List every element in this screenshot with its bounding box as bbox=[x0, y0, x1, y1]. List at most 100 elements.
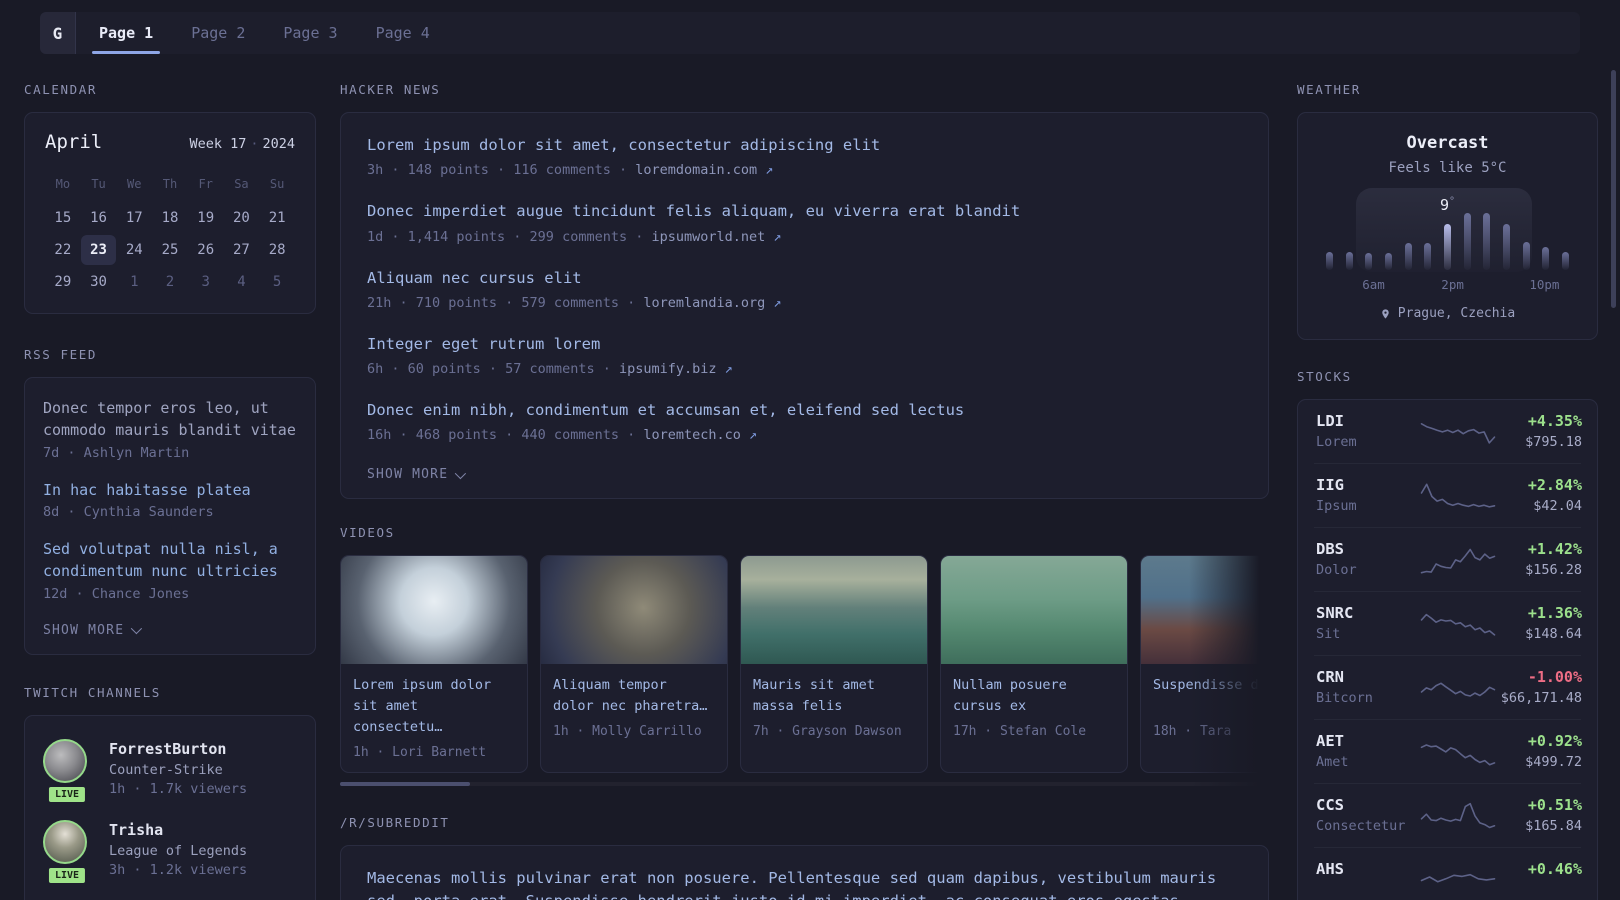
calendar-day[interactable]: 27 bbox=[224, 235, 260, 265]
stock-ticker: CCS bbox=[1316, 796, 1344, 814]
video-title[interactable]: Lorem ipsum dolor sit amet consectetu… bbox=[353, 675, 515, 738]
weather-location: Prague, Czechia bbox=[1320, 306, 1575, 321]
stock-name: Ipsum bbox=[1316, 498, 1357, 514]
hackernews-show-more-button[interactable]: SHOW MORE bbox=[367, 467, 467, 482]
external-link-icon: ↗ bbox=[773, 294, 782, 311]
weather-bar bbox=[1384, 253, 1392, 270]
video-card[interactable]: Mauris sit amet massa felis 7h · Grayson … bbox=[740, 555, 928, 774]
vertical-scrollbar-thumb[interactable] bbox=[1611, 70, 1616, 308]
hackernews-item-domain[interactable]: ipsumify.biz bbox=[619, 361, 717, 377]
subreddit-item-title[interactable]: Maecenas mollis pulvinar erat non posuer… bbox=[367, 867, 1242, 900]
tab-page-1[interactable]: Page 1 bbox=[80, 12, 172, 54]
rss-item: Sed volutpat nulla nisl, a condimentum n… bbox=[43, 539, 297, 602]
stock-sparkline bbox=[1420, 670, 1496, 706]
calendar-day[interactable]: 25 bbox=[152, 235, 188, 265]
video-card[interactable]: Aliquam tempor dolor nec pharetra… 1h · M… bbox=[540, 555, 728, 774]
calendar-day[interactable]: 22 bbox=[45, 235, 81, 265]
stock-row[interactable]: DBS Dolor +1.42% $156.28 bbox=[1314, 527, 1582, 591]
hackernews-item-domain[interactable]: loremdomain.com bbox=[635, 162, 757, 178]
hackernews-item-domain[interactable]: loremtech.co bbox=[643, 427, 741, 443]
calendar-day[interactable]: 15 bbox=[45, 203, 81, 233]
hackernews-item[interactable]: Lorem ipsum dolor sit amet, consectetur … bbox=[367, 134, 1242, 178]
rss-item-title[interactable]: Donec tempor eros leo, ut commodo mauris… bbox=[43, 398, 297, 442]
hackernews-item-meta: 1d · 1,414 points · 299 comments · ipsum… bbox=[367, 228, 782, 245]
calendar-day[interactable]: 18 bbox=[152, 203, 188, 233]
stock-ticker: AHS bbox=[1316, 860, 1344, 878]
stock-row[interactable]: LDI Lorem +4.35% $795.18 bbox=[1314, 400, 1582, 463]
video-card-body: Aliquam tempor dolor nec pharetra… 1h · M… bbox=[541, 664, 727, 751]
rss-show-more-button[interactable]: SHOW MORE bbox=[43, 623, 143, 638]
calendar-week-year: Week 17 · 2024 bbox=[189, 136, 295, 152]
tab-page-2[interactable]: Page 2 bbox=[172, 12, 264, 54]
video-card[interactable]: Nullam posuere cursus ex 17h · Stefan Col… bbox=[940, 555, 1128, 774]
tab-page-4[interactable]: Page 4 bbox=[357, 12, 449, 54]
video-card[interactable]: Suspendisse diam 18h · Tara bbox=[1140, 555, 1269, 774]
video-title[interactable]: Mauris sit amet massa felis bbox=[753, 675, 915, 717]
video-card-body: Lorem ipsum dolor sit amet consectetu… 1h… bbox=[341, 664, 527, 772]
hackernews-item[interactable]: Integer eget rutrum lorem 6h · 60 points … bbox=[367, 333, 1242, 377]
hackernews-item[interactable]: Aliquam nec cursus elit 21h · 710 points … bbox=[367, 267, 1242, 311]
twitch-channel-row[interactable]: LIVE ForrestBurton Counter-Strike 1h · 1.7k… bbox=[43, 730, 297, 811]
hackernews-item-title[interactable]: Donec imperdiet augue tincidunt felis al… bbox=[367, 200, 1242, 223]
twitch-channel-name[interactable]: ForrestBurton bbox=[109, 740, 247, 758]
external-link-icon: ↗ bbox=[724, 361, 733, 377]
hackernews-item-title[interactable]: Aliquam nec cursus elit bbox=[367, 267, 1242, 290]
hackernews-item-title[interactable]: Donec enim nibh, condimentum et accumsan… bbox=[367, 399, 1242, 422]
hackernews-item-title[interactable]: Lorem ipsum dolor sit amet, consectetur … bbox=[367, 134, 1242, 157]
hackernews-item-domain[interactable]: loremlandia.org bbox=[643, 295, 765, 311]
calendar-day[interactable]: 28 bbox=[259, 235, 295, 265]
tab-page-3[interactable]: Page 3 bbox=[264, 12, 356, 54]
hackernews-item-meta: 6h · 60 points · 57 comments · ipsumify.… bbox=[367, 361, 733, 377]
calendar-day[interactable]: 3 bbox=[188, 267, 224, 297]
stock-price: $42.04 bbox=[1533, 498, 1582, 514]
hackernews-item-domain[interactable]: ipsumworld.net bbox=[651, 229, 765, 245]
hackernews-item[interactable]: Donec enim nibh, condimentum et accumsan… bbox=[367, 399, 1242, 443]
video-title[interactable]: Aliquam tempor dolor nec pharetra… bbox=[553, 675, 715, 717]
calendar-day[interactable]: 16 bbox=[81, 203, 117, 233]
stock-row[interactable]: SNRC Sit +1.36% $148.64 bbox=[1314, 591, 1582, 655]
stock-id: IIG Ipsum bbox=[1316, 476, 1420, 515]
calendar-day-selected[interactable]: 23 bbox=[80, 235, 117, 265]
left-column: CALENDAR April Week 17 · 2024 Mo Tu We Th Fr Sa… bbox=[24, 82, 316, 900]
calendar-day[interactable]: 19 bbox=[188, 203, 224, 233]
video-title[interactable]: Nullam posuere cursus ex bbox=[953, 675, 1115, 717]
subreddit-item[interactable]: Maecenas mollis pulvinar erat non posuer… bbox=[367, 867, 1242, 900]
calendar-day[interactable]: 24 bbox=[116, 235, 152, 265]
calendar-day[interactable]: 2 bbox=[152, 267, 188, 297]
stock-sparkline bbox=[1420, 862, 1496, 898]
video-title[interactable]: Suspendisse diam bbox=[1153, 675, 1269, 717]
stock-price: $795.18 bbox=[1525, 434, 1582, 450]
calendar-day[interactable]: 1 bbox=[116, 267, 152, 297]
stock-row[interactable]: IIG Ipsum +2.84% $42.04 bbox=[1314, 463, 1582, 527]
calendar-day[interactable]: 30 bbox=[81, 267, 117, 297]
stock-row[interactable]: CRN Bitcorn -1.00% $66,171.48 bbox=[1314, 655, 1582, 719]
calendar-day[interactable]: 17 bbox=[116, 203, 152, 233]
videos-section-title: VIDEOS bbox=[340, 525, 395, 541]
calendar-day[interactable]: 21 bbox=[259, 203, 295, 233]
calendar-day[interactable]: 26 bbox=[188, 235, 224, 265]
rss-item-title[interactable]: In hac habitasse platea bbox=[43, 480, 297, 502]
stock-change: +0.46% bbox=[1527, 860, 1582, 878]
rss-item-title[interactable]: Sed volutpat nulla nisl, a condimentum n… bbox=[43, 539, 297, 583]
calendar-day[interactable]: 5 bbox=[259, 267, 295, 297]
weather-bar bbox=[1365, 253, 1373, 270]
rss-item-meta: 12d · Chance Jones bbox=[43, 585, 190, 602]
stock-price: $499.72 bbox=[1525, 754, 1582, 770]
calendar-day[interactable]: 20 bbox=[224, 203, 260, 233]
calendar-day[interactable]: 29 bbox=[45, 267, 81, 297]
stock-row[interactable]: AHS +0.46% bbox=[1314, 847, 1582, 900]
hackernews-item[interactable]: Donec imperdiet augue tincidunt felis al… bbox=[367, 200, 1242, 244]
stock-row[interactable]: CCS Consectetur +0.51% $165.84 bbox=[1314, 783, 1582, 847]
video-card[interactable]: Lorem ipsum dolor sit amet consectetu… 1h… bbox=[340, 555, 528, 774]
weather-feels-like: Feels like 5°C bbox=[1388, 160, 1507, 176]
twitch-channel-row[interactable]: KendallCarr bbox=[43, 892, 297, 900]
stock-id: AHS bbox=[1316, 860, 1420, 899]
twitch-channel-row[interactable]: LIVE Trisha League of Legends 3h · 1.2k vie… bbox=[43, 811, 297, 892]
weather-bar bbox=[1542, 247, 1550, 270]
hackernews-item-title[interactable]: Integer eget rutrum lorem bbox=[367, 333, 1242, 356]
right-column: WEATHER Overcast Feels like 5°C 9° 6am 2p… bbox=[1297, 82, 1598, 900]
videos-scrollbar-thumb[interactable] bbox=[340, 782, 470, 787]
stock-row[interactable]: AET Amet +0.92% $499.72 bbox=[1314, 719, 1582, 783]
calendar-day[interactable]: 4 bbox=[224, 267, 260, 297]
twitch-channel-name[interactable]: Trisha bbox=[109, 821, 247, 839]
